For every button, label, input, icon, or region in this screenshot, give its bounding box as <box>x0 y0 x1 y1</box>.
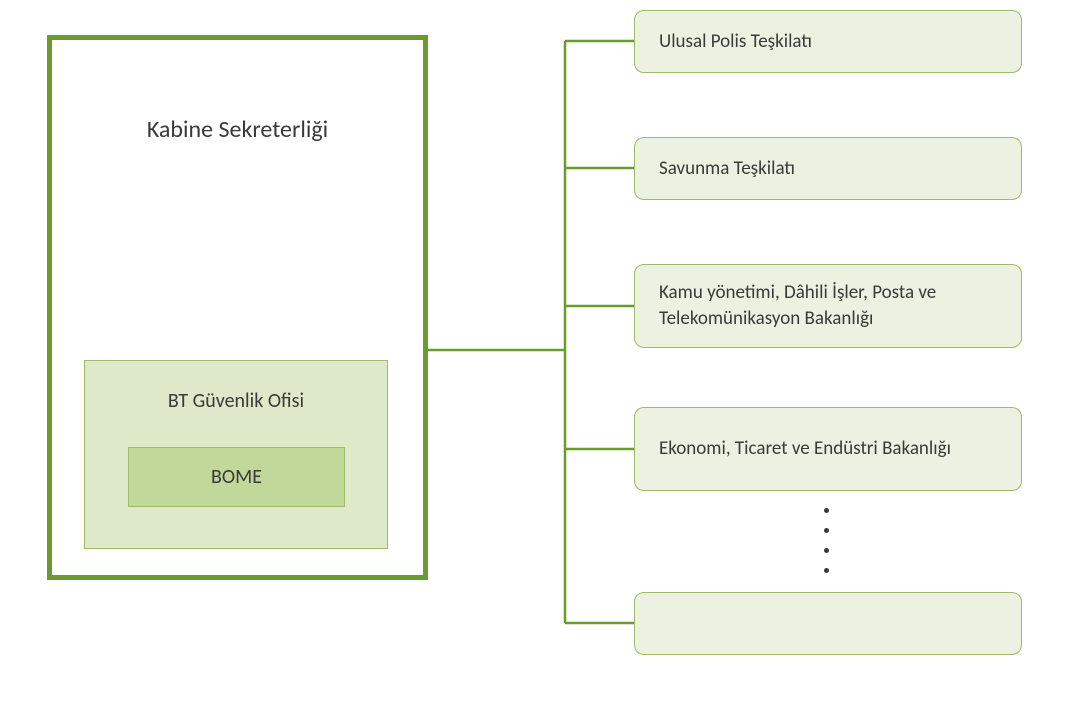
leaf-label: Kamu yönetimi, Dâhili İşler, Posta ve Te… <box>659 280 997 331</box>
leaf-label: Ulusal Polis Teşkilatı <box>659 29 812 55</box>
leaf-savunma: Savunma Teşkilatı <box>634 137 1022 200</box>
leaf-empty <box>634 592 1022 655</box>
leaf-label: Ekonomi, Ticaret ve Endüstri Bakanlığı <box>659 436 951 462</box>
box-bome: BOME <box>128 447 345 507</box>
leaf-kamu-yonetimi: Kamu yönetimi, Dâhili İşler, Posta ve Te… <box>634 264 1022 348</box>
leaf-ekonomi: Ekonomi, Ticaret ve Endüstri Bakanlığı <box>634 407 1022 491</box>
leaf-ulusal-polis: Ulusal Polis Teşkilatı <box>634 10 1022 73</box>
main-title: Kabine Sekreterliği <box>52 115 423 144</box>
bt-guvenlik-ofisi-label: BT Güvenlik Ofisi <box>85 389 387 413</box>
ellipsis-icon <box>820 500 832 580</box>
org-diagram: Kabine Sekreterliği BT Güvenlik Ofisi BO… <box>0 0 1065 704</box>
leaf-label: Savunma Teşkilatı <box>659 156 795 182</box>
bome-label: BOME <box>211 465 262 489</box>
